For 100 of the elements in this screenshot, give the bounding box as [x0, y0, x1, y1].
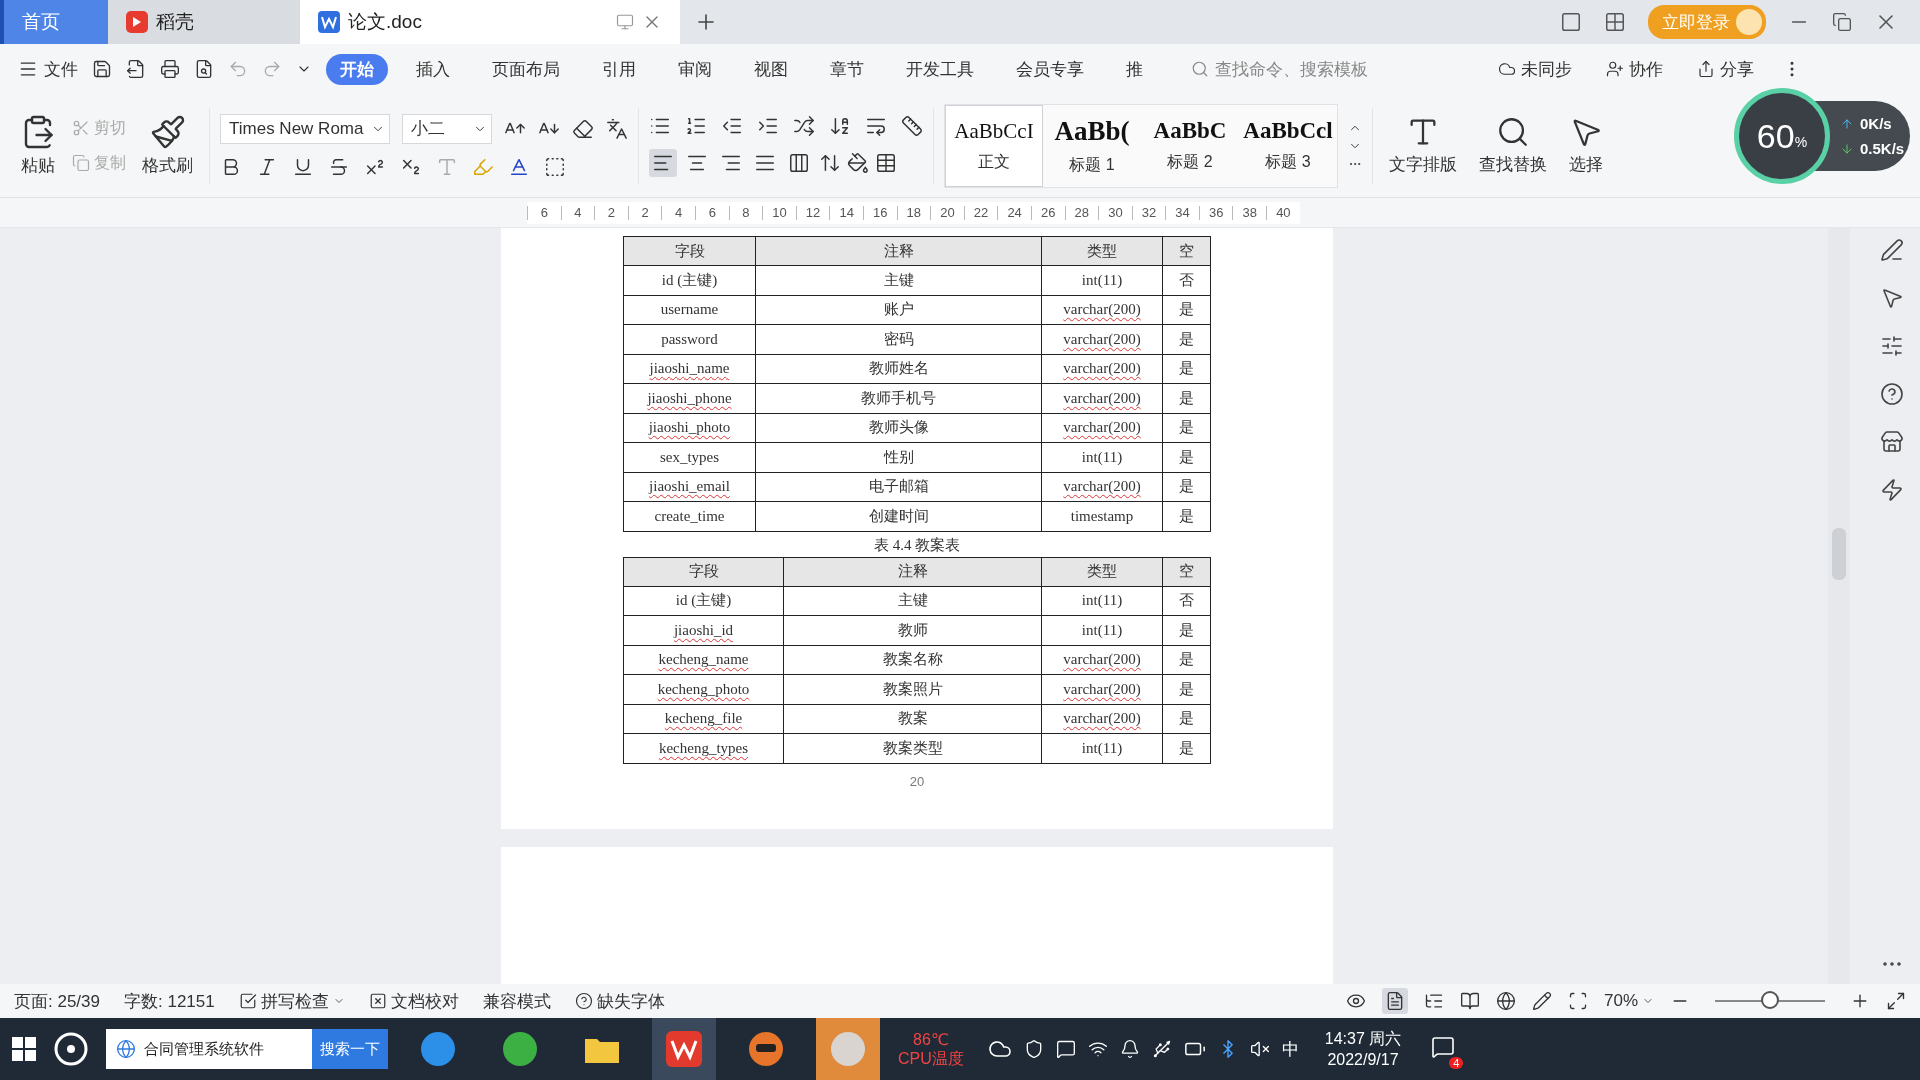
paste-button[interactable]: 粘贴 — [14, 112, 62, 179]
clock[interactable]: 14:37 周六 2022/9/17 — [1324, 1028, 1402, 1070]
usb-icon[interactable] — [1151, 1039, 1172, 1059]
chat-icon[interactable] — [1055, 1039, 1076, 1059]
fullscreen-icon[interactable] — [1886, 991, 1906, 1011]
toolbar-button[interactable]: 未同步 — [1492, 56, 1578, 82]
toolbar-button[interactable]: 协作 — [1600, 56, 1669, 82]
ribbon-tab[interactable]: 视图 — [740, 53, 802, 85]
format-painter-button[interactable]: 格式刷 — [136, 112, 199, 179]
page-view-button[interactable] — [1381, 988, 1408, 1014]
reading-view-icon[interactable] — [1459, 991, 1480, 1011]
align-button[interactable] — [649, 148, 677, 177]
ribbon-tab[interactable]: 章节 — [816, 53, 878, 85]
preview-icon[interactable] — [194, 59, 214, 79]
ribbon-tab[interactable]: 插入 — [402, 53, 464, 85]
windows-start-icon[interactable] — [12, 1037, 36, 1061]
style-option[interactable]: AaBbCcl 标题 3 — [1239, 104, 1337, 187]
ribbon-tab[interactable]: 页面布局 — [478, 53, 574, 85]
table-cell: id (主键) — [623, 586, 784, 616]
lightning-icon[interactable] — [1880, 478, 1904, 502]
ribbon-button[interactable]: 选择 — [1563, 113, 1609, 178]
fit-page-icon[interactable] — [1567, 991, 1588, 1011]
pen-icon[interactable] — [1880, 238, 1904, 262]
ribbon-tab[interactable]: 引用 — [588, 53, 650, 85]
document-tab[interactable]: 稻壳 — [108, 0, 300, 44]
file-menu[interactable]: 文件 — [18, 57, 78, 81]
style-option[interactable]: AaBbCcI 正文 — [945, 104, 1043, 187]
office-app-icon[interactable] — [666, 1031, 702, 1067]
ruler[interactable]: 6 4 2 2 4 6 8 10 12 14 16 18 20 22 24 26 28 30 32 34 36 38 40 — [527, 201, 1300, 224]
table-cell: 密码 — [755, 324, 1042, 354]
table-cell: int(11) — [1041, 265, 1163, 295]
zoom-select[interactable]: 70% — [1603, 991, 1654, 1011]
eraser-icon[interactable] — [572, 117, 594, 140]
proofread-button[interactable]: 文档校对 — [368, 989, 459, 1013]
table-cell: varchar(200) — [1041, 674, 1163, 704]
column-header: 字段 — [623, 236, 756, 266]
document-tab[interactable]: 论文.doc — [300, 0, 680, 44]
shading-icon[interactable] — [847, 151, 869, 174]
borders-icon[interactable] — [875, 151, 897, 174]
status-text: 兼容模式 — [482, 990, 551, 1013]
pointer-icon[interactable] — [1880, 286, 1904, 310]
table-cell: varchar(200) — [1041, 472, 1163, 502]
layout-icon[interactable] — [1560, 11, 1582, 33]
notification-icon[interactable] — [1431, 1035, 1456, 1059]
edit-icon[interactable] — [1531, 991, 1552, 1011]
sliders-icon[interactable] — [1880, 334, 1904, 358]
question-icon — [574, 992, 593, 1010]
ribbon-tab[interactable]: 开发工具 — [892, 53, 988, 85]
web-view-icon[interactable] — [1495, 991, 1516, 1011]
table-cell: jiaoshi_photo — [623, 413, 756, 443]
ribbon-button[interactable]: 查找替换 — [1473, 113, 1553, 178]
store-icon[interactable] — [1880, 430, 1904, 454]
table-cell: 教案名称 — [783, 645, 1042, 675]
ribbon-tab[interactable]: 会员专享 — [1002, 53, 1098, 85]
font-size-select[interactable]: 小二 — [402, 113, 492, 144]
scrollbar[interactable] — [1828, 228, 1850, 984]
table-cell: varchar(200) — [1041, 645, 1163, 675]
help-icon[interactable] — [1880, 382, 1904, 406]
search-button[interactable]: 搜索一下 — [312, 1029, 388, 1069]
table-cell: int(11) — [1041, 615, 1163, 645]
input-method-indicator[interactable]: 中 — [1281, 1037, 1299, 1061]
apps-icon[interactable] — [1604, 11, 1626, 33]
status-text: 页面: 25/39 — [14, 990, 100, 1013]
ribbon-button[interactable]: 文字排版 — [1383, 113, 1463, 178]
bell-icon[interactable] — [1119, 1039, 1140, 1059]
export-icon[interactable] — [126, 59, 146, 79]
status-text: 字数: 12151 — [124, 990, 215, 1013]
table-cell: 是 — [1162, 615, 1211, 645]
style-option[interactable]: AaBb( 标题 1 — [1043, 104, 1141, 187]
table-cell: int(11) — [1041, 442, 1163, 472]
mute-icon[interactable] — [1249, 1039, 1270, 1059]
restore-icon[interactable] — [1832, 12, 1852, 32]
app-icon[interactable] — [747, 1030, 785, 1068]
checkbox-icon — [238, 992, 257, 1010]
style-option[interactable]: AaBbC 标题 2 — [1141, 104, 1239, 187]
font-select[interactable]: Times New Roma — [220, 113, 390, 144]
window-icon[interactable] — [616, 13, 634, 31]
search-icon — [1496, 115, 1530, 149]
toolbar-button[interactable]: 分享 — [1691, 56, 1760, 82]
spell-check-button[interactable]: 拼写检查 — [238, 989, 345, 1013]
document-tab[interactable]: 首页 — [0, 0, 108, 44]
column-header: 空 — [1162, 236, 1211, 266]
phonetic-icon[interactable] — [606, 117, 628, 140]
table-cell: 是 — [1162, 733, 1211, 763]
ribbon-tab[interactable]: 推 — [1112, 53, 1157, 85]
ribbon-tab[interactable]: 开始 — [326, 53, 388, 85]
ribbon-tab[interactable]: 审阅 — [664, 53, 726, 85]
taskbar-search-field[interactable]: 合同管理系统软件 — [106, 1029, 312, 1069]
table-cell: 教师手机号 — [755, 383, 1042, 413]
print-icon[interactable] — [160, 59, 180, 79]
table-cell: 教师姓名 — [755, 354, 1042, 384]
ruler-icon[interactable] — [901, 114, 923, 137]
slider-thumb[interactable] — [1761, 991, 1779, 1009]
table-cell: id (主键) — [623, 265, 756, 295]
table-cell: 性别 — [755, 442, 1042, 472]
save-icon[interactable] — [92, 59, 112, 79]
cpu-temperature: 86℃ CPU温度 — [898, 1030, 964, 1068]
character-border-icon[interactable] — [544, 155, 566, 178]
table-cell: 是 — [1162, 324, 1211, 354]
missing-fonts-button[interactable]: 缺失字体 — [574, 989, 665, 1013]
